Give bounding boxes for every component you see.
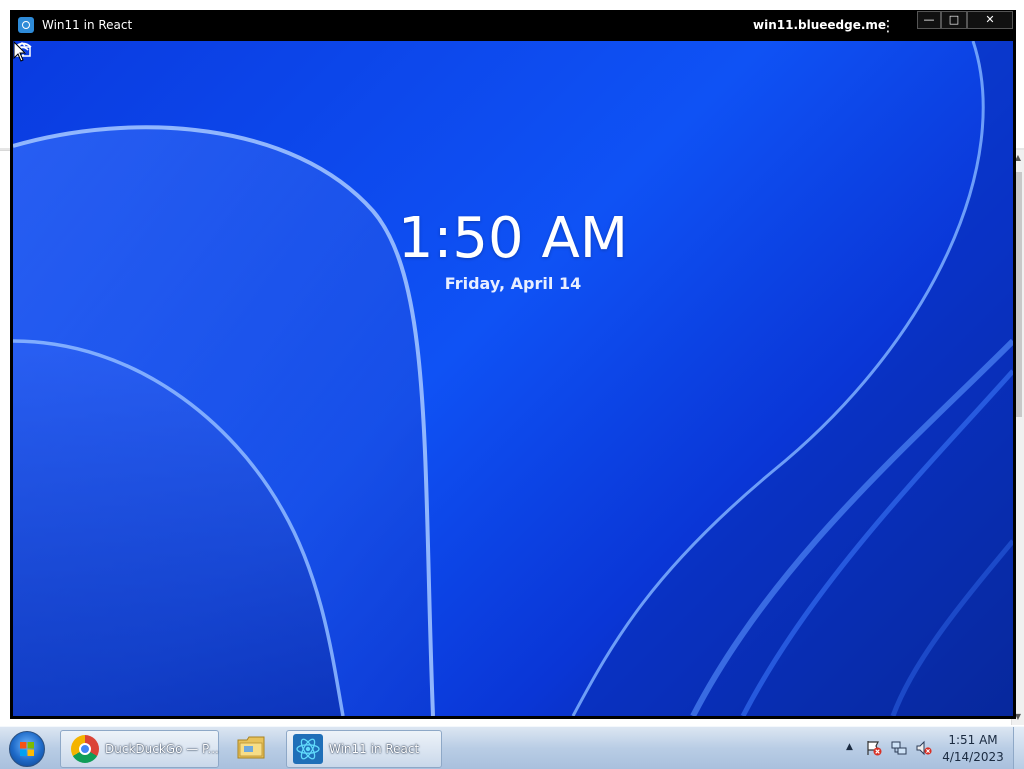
lockscreen-date: Friday, April 14: [444, 274, 582, 293]
mouse-cursor-icon: [13, 41, 27, 62]
taskbar-clock-time[interactable]: 1:51 AM: [938, 733, 1008, 747]
show-desktop-button[interactable]: [1013, 727, 1024, 769]
folder-icon[interactable]: [236, 734, 266, 760]
maximize-button[interactable]: □: [941, 11, 967, 29]
show-hidden-icons-icon[interactable]: ▲: [846, 742, 853, 752]
window-controls: — □ ✕: [917, 11, 1013, 29]
windows-logo-icon: [20, 742, 34, 756]
chrome-icon: [71, 735, 99, 763]
app-icon: [18, 17, 34, 33]
lockscreen-time: 1:50 AM: [397, 206, 629, 271]
lockscreen-wallpaper[interactable]: 1:50 AM Friday, April 14: [13, 41, 1013, 716]
kebab-icon[interactable]: ⋮: [879, 16, 897, 36]
network-icon[interactable]: [891, 740, 907, 756]
volume-muted-icon[interactable]: [916, 740, 932, 756]
window-title: Win11 in React: [42, 18, 133, 32]
action-center-icon[interactable]: [866, 740, 882, 756]
taskbar-item-label: DuckDuckGo — P...: [105, 742, 219, 756]
minimize-button[interactable]: —: [917, 11, 941, 29]
taskbar-clock-date[interactable]: 4/14/2023: [938, 750, 1008, 764]
react-icon: [293, 734, 323, 764]
taskbar-item-browser[interactable]: DuckDuckGo — P...: [60, 730, 219, 768]
close-button[interactable]: ✕: [967, 11, 1013, 29]
taskbar-item-win11[interactable]: Win11 in React: [286, 730, 442, 768]
taskbar-item-label: Win11 in React: [329, 742, 420, 756]
start-button[interactable]: [9, 731, 45, 767]
window-titlebar[interactable]: Win11 in React win11.blueedge.me ⋮ — □ ✕: [11, 11, 1015, 41]
wallpaper-swirls: [13, 41, 1013, 716]
app-window: Win11 in React win11.blueedge.me ⋮ — □ ✕: [10, 10, 1016, 719]
window-url: win11.blueedge.me: [753, 18, 887, 32]
